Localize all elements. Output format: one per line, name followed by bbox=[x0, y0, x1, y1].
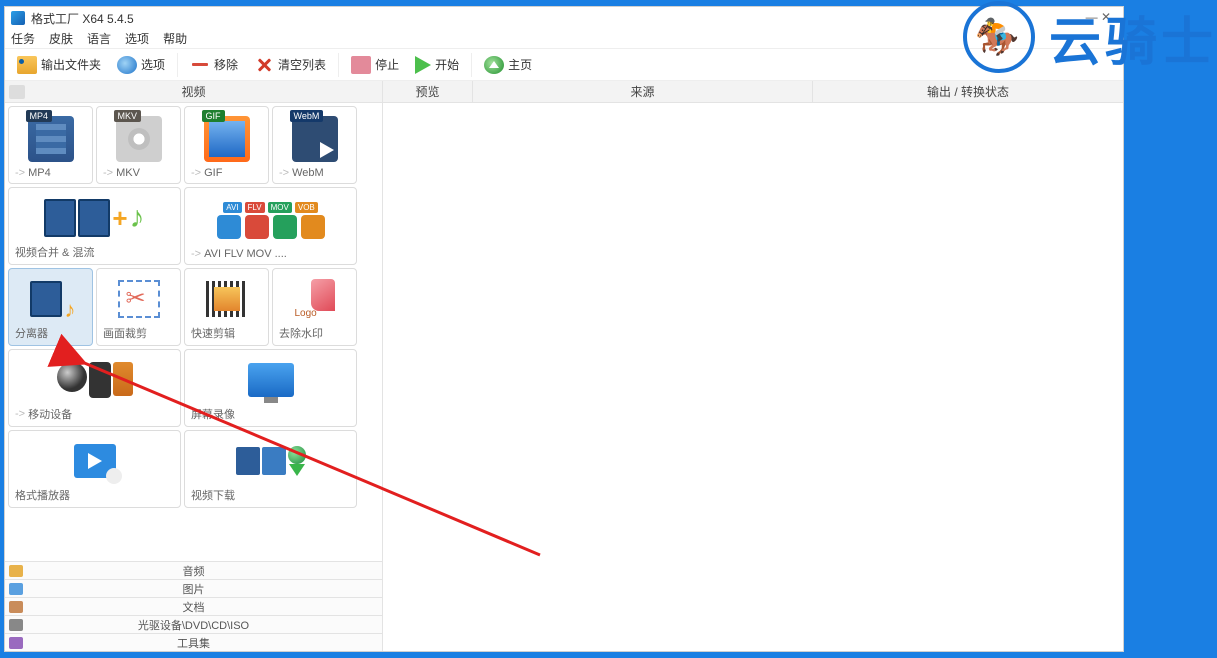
window-title: 格式工厂 X64 5.4.5 bbox=[31, 10, 134, 27]
tile-player[interactable]: 格式播放器 bbox=[8, 430, 181, 508]
remove-watermark-icon bbox=[295, 279, 335, 319]
download-icon bbox=[236, 446, 306, 476]
audio-icon bbox=[9, 565, 23, 577]
col-source[interactable]: 来源 bbox=[473, 81, 813, 102]
options-icon bbox=[117, 56, 137, 74]
category-audio[interactable]: 音频 bbox=[5, 561, 382, 579]
remove-label: 移除 bbox=[214, 56, 238, 73]
splitter-icon bbox=[28, 279, 74, 319]
crop-icon bbox=[118, 280, 160, 318]
play-icon bbox=[415, 56, 431, 74]
gif-icon: GIF bbox=[204, 116, 250, 162]
menu-help[interactable]: 帮助 bbox=[163, 30, 187, 47]
quick-clip-icon bbox=[206, 281, 248, 317]
tile-remove-watermark[interactable]: 去除水印 bbox=[272, 268, 357, 346]
multi-format-icon: AVI FLV MOV VOB bbox=[217, 202, 325, 239]
stop-label: 停止 bbox=[375, 56, 399, 73]
tile-quick-clip[interactable]: 快速剪辑 bbox=[184, 268, 269, 346]
list-body[interactable] bbox=[383, 103, 1123, 651]
category-toolkit[interactable]: 工具集 bbox=[5, 633, 382, 651]
image-icon bbox=[9, 583, 23, 595]
toolbar-separator bbox=[471, 53, 472, 77]
right-panel: 预览 来源 输出 / 转换状态 bbox=[383, 81, 1123, 651]
remove-button[interactable]: 移除 bbox=[184, 54, 244, 76]
output-folder-button[interactable]: 输出文件夹 bbox=[11, 54, 107, 76]
start-button[interactable]: 开始 bbox=[409, 54, 465, 76]
col-preview[interactable]: 预览 bbox=[383, 81, 473, 102]
stop-icon bbox=[351, 56, 371, 74]
tile-splitter[interactable]: 分离器 bbox=[8, 268, 93, 346]
menubar: 任务 皮肤 语言 选项 帮助 bbox=[5, 29, 1123, 49]
options-button[interactable]: 选项 bbox=[111, 54, 171, 76]
menu-task[interactable]: 任务 bbox=[11, 30, 35, 47]
window-close-hint[interactable]: — ✕ bbox=[1086, 10, 1111, 24]
disc-icon bbox=[9, 619, 23, 631]
col-status[interactable]: 输出 / 转换状态 bbox=[813, 81, 1123, 102]
mp4-icon: MP4 bbox=[28, 116, 74, 162]
body: 视频 MP4 ->MP4 MKV ->MKV GIF ->GIF bbox=[5, 81, 1123, 651]
document-icon bbox=[9, 601, 23, 613]
category-image[interactable]: 图片 bbox=[5, 579, 382, 597]
home-label: 主页 bbox=[508, 56, 532, 73]
menu-options[interactable]: 选项 bbox=[125, 30, 149, 47]
home-button[interactable]: 主页 bbox=[478, 54, 538, 76]
mkv-icon: MKV bbox=[116, 116, 162, 162]
clear-list-button[interactable]: 清空列表 bbox=[248, 54, 332, 76]
tile-screen-record[interactable]: 屏幕录像 bbox=[184, 349, 357, 427]
app-window: 格式工厂 X64 5.4.5 — ✕ 任务 皮肤 语言 选项 帮助 输出文件夹 … bbox=[4, 6, 1124, 652]
tile-crop[interactable]: 画面裁剪 bbox=[96, 268, 181, 346]
stop-button[interactable]: 停止 bbox=[345, 54, 405, 76]
tile-mobile[interactable]: ->移动设备 bbox=[8, 349, 181, 427]
app-icon bbox=[11, 11, 25, 25]
tile-gif[interactable]: GIF ->GIF bbox=[184, 106, 269, 184]
tile-mp4[interactable]: MP4 ->MP4 bbox=[8, 106, 93, 184]
toolbar-separator bbox=[177, 53, 178, 77]
list-header: 预览 来源 输出 / 转换状态 bbox=[383, 81, 1123, 103]
category-header-video[interactable]: 视频 bbox=[5, 81, 382, 103]
category-document[interactable]: 文档 bbox=[5, 597, 382, 615]
folder-icon bbox=[17, 56, 37, 74]
left-panel: 视频 MP4 ->MP4 MKV ->MKV GIF ->GIF bbox=[5, 81, 383, 651]
mobile-icon bbox=[57, 362, 133, 398]
clear-label: 清空列表 bbox=[278, 56, 326, 73]
webm-icon: WebM bbox=[292, 116, 338, 162]
merge-icon: +♪ bbox=[35, 198, 155, 238]
options-label: 选项 bbox=[141, 56, 165, 73]
tile-video-download[interactable]: 视频下载 bbox=[184, 430, 357, 508]
clear-icon bbox=[254, 56, 274, 74]
tile-mkv[interactable]: MKV ->MKV bbox=[96, 106, 181, 184]
category-header-label: 视频 bbox=[181, 83, 205, 100]
home-icon bbox=[484, 56, 504, 74]
remove-icon bbox=[190, 56, 210, 74]
screen-record-icon bbox=[248, 363, 294, 397]
start-label: 开始 bbox=[435, 56, 459, 73]
tool-grid: MP4 ->MP4 MKV ->MKV GIF ->GIF WebM ->Web… bbox=[5, 103, 382, 561]
titlebar: 格式工厂 X64 5.4.5 bbox=[5, 7, 1123, 29]
toolbar-separator bbox=[338, 53, 339, 77]
menu-language[interactable]: 语言 bbox=[87, 30, 111, 47]
category-list: 音频 图片 文档 光驱设备\DVD\CD\ISO 工具集 bbox=[5, 561, 382, 651]
menu-skin[interactable]: 皮肤 bbox=[49, 30, 73, 47]
tile-merge[interactable]: +♪ 视频合并 & 混流 bbox=[8, 187, 181, 265]
category-disc[interactable]: 光驱设备\DVD\CD\ISO bbox=[5, 615, 382, 633]
player-icon bbox=[74, 444, 116, 478]
output-folder-label: 输出文件夹 bbox=[41, 56, 101, 73]
toolbar: 输出文件夹 选项 移除 清空列表 停止 开始 主页 bbox=[5, 49, 1123, 81]
tile-webm[interactable]: WebM ->WebM bbox=[272, 106, 357, 184]
tile-multi-format[interactable]: AVI FLV MOV VOB ->AVI FLV MOV .... bbox=[184, 187, 357, 265]
category-thumb-icon bbox=[9, 85, 25, 99]
toolkit-icon bbox=[9, 637, 23, 649]
